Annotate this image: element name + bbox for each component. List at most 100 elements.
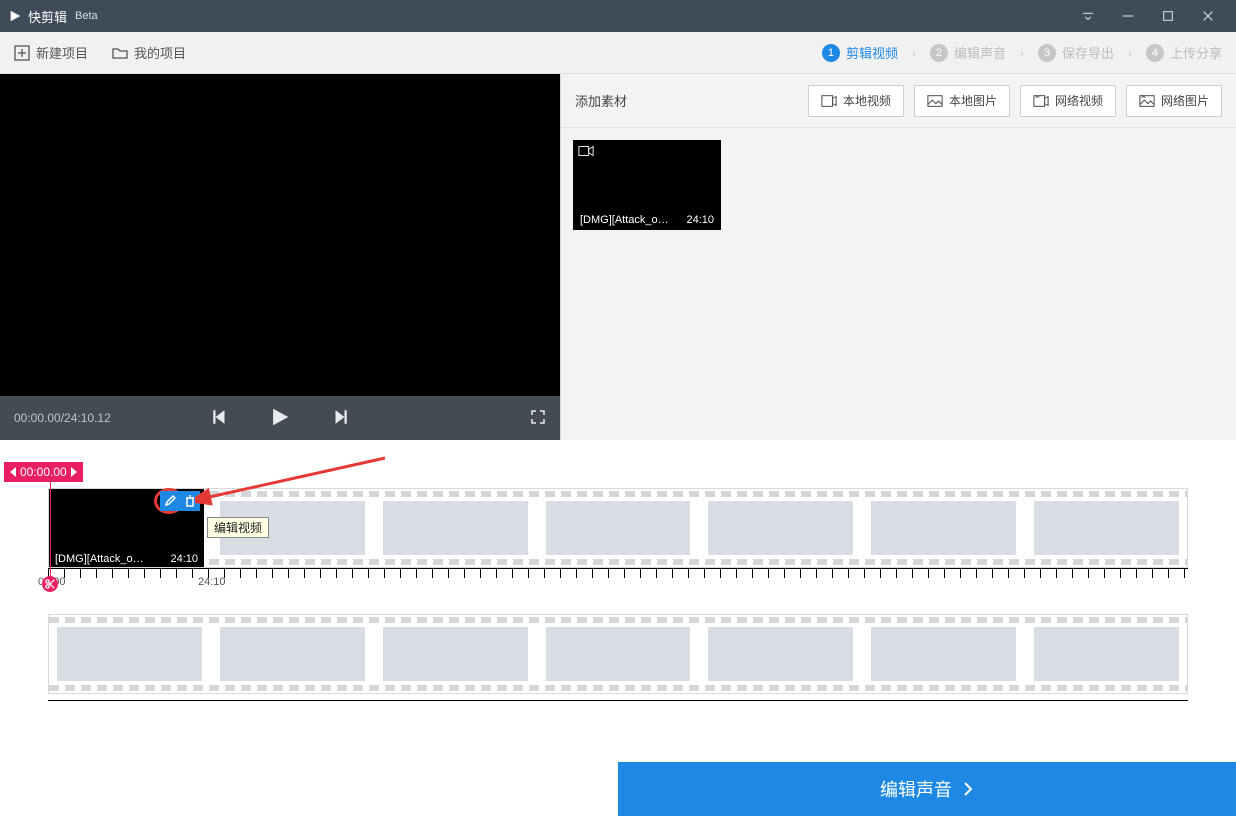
chevron-right-icon xyxy=(962,781,974,797)
folder-icon xyxy=(112,45,128,61)
skip-prev-icon xyxy=(211,408,229,426)
empty-slot[interactable] xyxy=(57,627,202,681)
timeline-clip[interactable]: 编辑视频 [DMG][Attack_o… 24:10 xyxy=(49,489,204,567)
player-time: 00:00.00/24:10.12 xyxy=(14,411,111,425)
app-logo: 快剪辑 Beta xyxy=(8,7,98,26)
asset-clip-name: [DMG][Attack_o… xyxy=(580,214,669,226)
timeline-clip-duration: 24:10 xyxy=(170,553,198,565)
next-step-button[interactable]: 编辑声音 xyxy=(618,762,1236,816)
next-frame-button[interactable] xyxy=(331,408,349,429)
clip-edit-button[interactable] xyxy=(160,491,180,511)
window-menu-button[interactable] xyxy=(1068,0,1108,32)
pencil-icon xyxy=(164,495,176,507)
my-projects-label: 我的项目 xyxy=(134,43,186,62)
playhead-cut-button[interactable] xyxy=(42,576,58,592)
play-icon xyxy=(269,406,291,428)
assets-header: 添加素材 本地视频 本地图片 网络视频 网络图片 xyxy=(561,74,1236,128)
play-logo-icon xyxy=(8,9,22,23)
empty-slot[interactable] xyxy=(1034,501,1179,555)
menu-down-icon xyxy=(1081,9,1095,23)
step-upload-share[interactable]: 4 上传分享 xyxy=(1146,43,1222,62)
empty-slot[interactable] xyxy=(383,501,528,555)
local-video-icon xyxy=(821,94,837,108)
playhead-time-bubble[interactable]: 00:00.00 xyxy=(4,462,83,482)
chevron-right-icon: › xyxy=(912,46,916,60)
add-local-video-button[interactable]: 本地视频 xyxy=(808,85,904,117)
preview-panel: 00:00.00/24:10.12 xyxy=(0,74,560,440)
button-label: 本地视频 xyxy=(843,92,891,109)
video-track[interactable]: 编辑视频 [DMG][Attack_o… 24:10 xyxy=(48,488,1188,568)
video-type-icon xyxy=(578,145,594,160)
trash-icon xyxy=(184,495,196,507)
step-label: 保存导出 xyxy=(1062,43,1114,62)
step-clip-video[interactable]: 1 剪辑视频 xyxy=(822,43,898,62)
new-project-label: 新建项目 xyxy=(36,43,88,62)
bottom-left-blank xyxy=(0,762,618,816)
window-minimize-button[interactable] xyxy=(1108,0,1148,32)
asset-clip-duration: 24:10 xyxy=(686,214,714,226)
network-image-icon xyxy=(1139,94,1155,108)
step-label: 剪辑视频 xyxy=(846,43,898,62)
button-label: 网络视频 xyxy=(1055,92,1103,109)
toolbar: 新建项目 我的项目 1 剪辑视频 › 2 编辑声音 › 3 保存导出 › 4 上… xyxy=(0,32,1236,74)
bottom-bar: 编辑声音 xyxy=(0,762,1236,816)
timeline: 编辑视频 [DMG][Attack_o… 24:10 00:00 24:10 xyxy=(0,488,1236,701)
step-edit-audio[interactable]: 2 编辑声音 xyxy=(930,43,1006,62)
play-button[interactable] xyxy=(269,406,291,431)
close-icon xyxy=(1201,9,1215,23)
window-maximize-button[interactable] xyxy=(1148,0,1188,32)
title-bar: 快剪辑 Beta xyxy=(0,0,1236,32)
main-area: 00:00.00/24:10.12 添加素材 本地视频 xyxy=(0,74,1236,440)
assets-panel: 添加素材 本地视频 本地图片 网络视频 网络图片 xyxy=(560,74,1236,440)
empty-slot[interactable] xyxy=(220,627,365,681)
clip-delete-button[interactable] xyxy=(180,491,200,511)
player-bar: 00:00.00/24:10.12 xyxy=(0,396,560,440)
step-badge: 1 xyxy=(822,44,840,62)
workflow-steps: 1 剪辑视频 › 2 编辑声音 › 3 保存导出 › 4 上传分享 xyxy=(822,43,1222,62)
plus-box-icon xyxy=(14,45,30,61)
time-ruler[interactable]: 00:00 24:10 xyxy=(48,568,1188,590)
step-save-export[interactable]: 3 保存导出 xyxy=(1038,43,1114,62)
fullscreen-icon xyxy=(530,409,546,425)
asset-clip[interactable]: [DMG][Attack_o… 24:10 xyxy=(573,140,721,230)
chevron-right-icon: › xyxy=(1128,46,1132,60)
add-local-image-button[interactable]: 本地图片 xyxy=(914,85,1010,117)
fullscreen-button[interactable] xyxy=(530,409,546,428)
network-video-icon xyxy=(1033,94,1049,108)
secondary-track[interactable] xyxy=(48,614,1188,694)
empty-slot[interactable] xyxy=(708,501,853,555)
prev-frame-button[interactable] xyxy=(211,408,229,429)
playhead-line[interactable] xyxy=(50,476,51,584)
button-label: 网络图片 xyxy=(1161,92,1209,109)
playhead-time: 00:00.00 xyxy=(20,465,67,479)
empty-slot[interactable] xyxy=(546,627,691,681)
local-image-icon xyxy=(927,94,943,108)
window-close-button[interactable] xyxy=(1188,0,1228,32)
empty-slot[interactable] xyxy=(546,501,691,555)
timeline-clip-name: [DMG][Attack_o… xyxy=(55,553,144,565)
maximize-icon xyxy=(1161,9,1175,23)
empty-slot[interactable] xyxy=(1034,627,1179,681)
app-beta-tag: Beta xyxy=(75,10,98,22)
step-badge: 4 xyxy=(1146,44,1164,62)
step-label: 上传分享 xyxy=(1170,43,1222,62)
empty-slot[interactable] xyxy=(871,627,1016,681)
step-badge: 2 xyxy=(930,44,948,62)
ruler-label: 24:10 xyxy=(198,576,226,588)
my-projects-button[interactable]: 我的项目 xyxy=(112,43,186,62)
app-name: 快剪辑 xyxy=(28,7,67,26)
empty-slot[interactable] xyxy=(383,627,528,681)
assets-body: [DMG][Attack_o… 24:10 xyxy=(561,128,1236,440)
step-badge: 3 xyxy=(1038,44,1056,62)
chevron-right-icon: › xyxy=(1020,46,1024,60)
new-project-button[interactable]: 新建项目 xyxy=(14,43,88,62)
track-baseline xyxy=(48,700,1188,701)
next-step-label: 编辑声音 xyxy=(880,776,952,802)
video-viewport[interactable] xyxy=(0,74,560,396)
add-network-image-button[interactable]: 网络图片 xyxy=(1126,85,1222,117)
scissors-icon xyxy=(45,579,55,589)
empty-slot[interactable] xyxy=(708,627,853,681)
minimize-icon xyxy=(1121,9,1135,23)
empty-slot[interactable] xyxy=(871,501,1016,555)
add-network-video-button[interactable]: 网络视频 xyxy=(1020,85,1116,117)
